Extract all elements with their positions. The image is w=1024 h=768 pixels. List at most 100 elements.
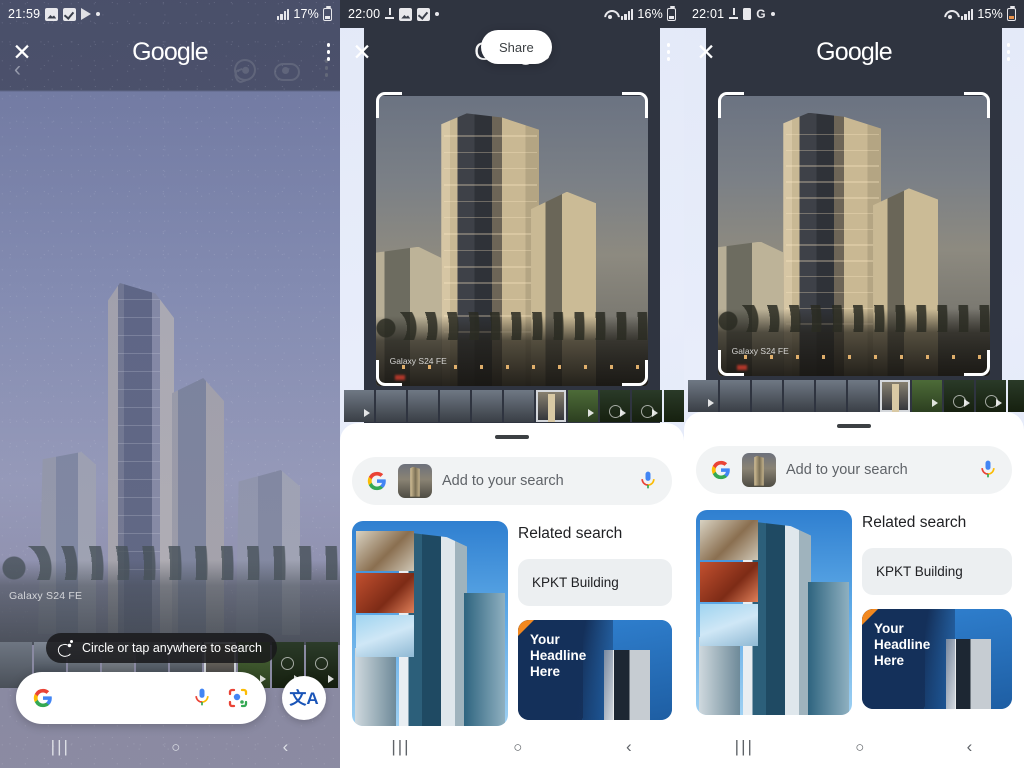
more-options-button[interactable] — [1006, 43, 1010, 61]
result-image-card[interactable] — [696, 510, 852, 715]
google-lens-icon[interactable] — [226, 686, 250, 710]
home-button[interactable]: ○ — [513, 739, 523, 756]
add-to-search-bar[interactable]: Add to your search — [696, 446, 1012, 494]
tree-line — [718, 304, 990, 376]
list-item[interactable] — [720, 380, 750, 412]
google-search-bar[interactable] — [16, 672, 266, 724]
battery-percent: 15% — [977, 7, 1003, 21]
dot-icon — [96, 12, 101, 16]
cropped-photo[interactable]: Galaxy S24 FE — [376, 96, 648, 386]
sheet-drag-handle[interactable] — [495, 435, 529, 439]
microphone-icon[interactable] — [638, 469, 658, 493]
list-item[interactable] — [688, 380, 718, 412]
search-input-placeholder[interactable]: Add to your search — [786, 462, 968, 478]
status-bar: 22:00 16% — [340, 0, 684, 28]
status-bar: 22:01 G 15% — [684, 0, 1024, 28]
related-search-chip[interactable]: KPKT Building — [862, 548, 1012, 595]
back-button[interactable]: ‹ — [283, 737, 290, 757]
more-options-button[interactable] — [666, 43, 670, 61]
recent-apps-button[interactable]: ||| — [391, 737, 410, 757]
list-item[interactable] — [376, 390, 406, 422]
ad-headline-line-2: Headline — [530, 647, 587, 663]
crop-thumbnail[interactable] — [398, 464, 432, 498]
list-item-selected[interactable] — [880, 380, 910, 412]
crop-corner-top-left[interactable] — [718, 92, 744, 118]
list-item[interactable] — [912, 380, 942, 412]
tree-line — [376, 312, 648, 386]
result-image-card[interactable] — [352, 521, 508, 726]
list-item[interactable] — [440, 390, 470, 422]
more-options-button[interactable] — [326, 43, 330, 61]
three-phone-screenshots: Galaxy S24 FE 21:59 17% ✕ Google ‹ Circl… — [0, 0, 1024, 768]
panel-2-filmstrip[interactable] — [340, 390, 684, 422]
home-button[interactable]: ○ — [855, 739, 865, 756]
related-search-column: Related search KPKT Building Your Headli… — [862, 510, 1012, 715]
battery-icon — [323, 5, 332, 21]
microphone-icon[interactable] — [192, 686, 212, 710]
search-input-placeholder[interactable]: Add to your search — [442, 473, 628, 489]
list-item[interactable] — [1008, 380, 1024, 412]
list-item[interactable] — [848, 380, 878, 412]
ad-headline: Your Headline Here — [530, 632, 586, 680]
recent-apps-button[interactable]: ||| — [51, 737, 70, 757]
list-item[interactable] — [600, 390, 630, 422]
crop-corner-bottom-right[interactable] — [622, 360, 648, 386]
results-bottom-sheet: Add to your search Related search KPKT B… — [684, 412, 1024, 768]
download-icon — [729, 8, 739, 20]
share-tooltip-label: Share — [499, 39, 534, 55]
signal-icon — [277, 8, 290, 20]
sheet-drag-handle[interactable] — [837, 424, 871, 428]
home-button[interactable]: ○ — [171, 739, 181, 756]
list-item[interactable] — [944, 380, 974, 412]
crop-corner-bottom-left[interactable] — [718, 350, 744, 376]
list-item[interactable] — [816, 380, 846, 412]
google-wordmark: Google — [132, 37, 209, 66]
crop-thumbnail[interactable] — [742, 453, 776, 487]
photos-icon — [45, 7, 59, 21]
list-item[interactable] — [664, 390, 684, 422]
crop-corner-bottom-right[interactable] — [964, 350, 990, 376]
panel-3-filmstrip[interactable] — [684, 380, 1024, 412]
add-to-search-bar[interactable]: Add to your search — [352, 457, 672, 505]
list-item[interactable] — [408, 390, 438, 422]
cropped-photo[interactable]: Galaxy S24 FE — [718, 96, 990, 376]
circle-to-search-hint: Circle or tap anywhere to search — [46, 633, 277, 663]
status-time: 22:01 — [692, 7, 725, 21]
panel-2-lens-results-share: Galaxy S24 FE 22:00 16% ✕ Share Add to y… — [340, 0, 684, 768]
crop-corner-bottom-left[interactable] — [376, 360, 402, 386]
back-button[interactable]: ‹ — [626, 737, 633, 757]
ad-card[interactable]: Your Headline Here — [862, 609, 1012, 709]
list-item[interactable] — [976, 380, 1006, 412]
result-building-3 — [699, 637, 740, 715]
crop-corner-top-right[interactable] — [622, 92, 648, 118]
photo-watermark: Galaxy S24 FE — [9, 590, 83, 602]
google-g-icon — [366, 470, 388, 492]
status-time: 22:00 — [348, 7, 381, 21]
list-item[interactable] — [568, 390, 598, 422]
list-item[interactable] — [752, 380, 782, 412]
crop-corner-top-left[interactable] — [376, 92, 402, 118]
list-item-selected[interactable] — [536, 390, 566, 422]
list-item[interactable] — [504, 390, 534, 422]
related-search-chip[interactable]: KPKT Building — [518, 559, 672, 606]
ad-card[interactable]: Your Headline Here — [518, 620, 672, 720]
result-inset-2 — [700, 562, 758, 602]
crop-corner-top-right[interactable] — [964, 92, 990, 118]
panel-1-circle-to-search: Galaxy S24 FE 21:59 17% ✕ Google ‹ Circl… — [0, 0, 340, 768]
results-row: Related search KPKT Building Your Headli… — [696, 510, 1012, 715]
microphone-icon[interactable] — [978, 458, 998, 482]
back-button[interactable]: ‹ — [967, 737, 974, 757]
result-inset-3 — [700, 604, 758, 646]
translate-button[interactable]: 文A — [282, 676, 326, 720]
system-nav-bar: ||| ○ ‹ — [340, 726, 684, 768]
list-item[interactable] — [344, 390, 374, 422]
related-search-title: Related search — [862, 514, 967, 531]
list-item[interactable] — [784, 380, 814, 412]
photos-icon — [399, 7, 413, 21]
recent-apps-button[interactable]: ||| — [735, 737, 754, 757]
result-building-2 — [808, 581, 849, 715]
list-item[interactable] — [632, 390, 662, 422]
ad-headline-line-1: Your — [530, 632, 560, 647]
list-item[interactable] — [472, 390, 502, 422]
ad-headline-line-3: Here — [874, 652, 905, 668]
